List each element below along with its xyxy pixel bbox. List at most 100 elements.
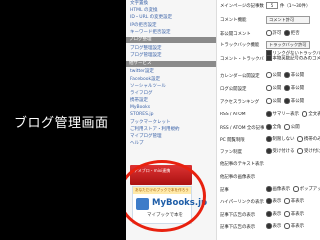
setting-control: コメント許可 — [266, 16, 310, 24]
setting-radio[interactable] — [284, 85, 290, 91]
setting-radio[interactable] — [293, 186, 299, 192]
article-count-input[interactable]: 5 — [266, 2, 278, 9]
setting-label: 他記事の画像表示 — [220, 175, 256, 180]
slide-title: ブログ管理画面 — [14, 116, 109, 131]
setting-radio[interactable] — [284, 30, 290, 36]
setting-label: RSS / ATOM — [220, 112, 246, 117]
setting-row: ログ公開設定 公開 非公開 — [218, 84, 320, 96]
sidebar-item[interactable]: ご利用ストア・利用規約 — [126, 126, 216, 133]
setting-label: PC 閲覧制限 — [220, 138, 245, 143]
setting-radio[interactable] — [284, 211, 290, 217]
setting-radio-label: 全文表示 — [308, 112, 320, 118]
sidebar-item[interactable]: マイブログ管理 — [126, 133, 216, 140]
setting-control: 表示 非表示 — [266, 198, 307, 204]
setting-row: トラックバック機能トラックバック許可リンクがないトラックバックを受け付けない — [218, 40, 320, 56]
sidebar-item[interactable]: twitter設定 — [126, 68, 216, 75]
setting-radio-label: 全角 — [272, 125, 282, 131]
sidebar-item[interactable]: HTML の変換 — [126, 7, 216, 14]
setting-label: ファン制度 — [220, 150, 242, 155]
setting-label: メインページの記事数 — [220, 4, 264, 9]
sidebar-item[interactable]: MyBooks — [126, 104, 216, 111]
setting-row: アクセスランキング 公開 非公開 — [218, 97, 320, 109]
setting-row: 他記事のテキスト表示 — [218, 159, 320, 171]
setting-control: サマリー表示 全文表示 — [266, 111, 320, 117]
setting-radio[interactable] — [266, 148, 272, 154]
setting-radio[interactable] — [266, 198, 272, 204]
setting-row: 記事下広告の表示 表示 非表示 — [218, 222, 320, 234]
setting-radio[interactable] — [284, 72, 290, 78]
setting-row: ファン制度 受け付ける 受け付けない — [218, 147, 320, 159]
setting-radio-label: 非表示 — [290, 224, 304, 230]
setting-radio[interactable] — [301, 111, 308, 117]
setting-control: 公開 非公開 — [266, 85, 307, 91]
setting-label: トラックバック機能 — [220, 43, 260, 48]
setting-row: RSS / ATOM サマリー表示 全文表示 — [218, 110, 320, 122]
setting-select[interactable]: トラックバック許可 — [266, 41, 310, 49]
sidebar-item[interactable]: Facebook設定 — [126, 76, 216, 83]
setting-row: 記事下広告の表示 表示 非表示 — [218, 210, 320, 222]
setting-control: 本物英数記号のみのコメント・トラックバック — [266, 55, 320, 61]
setting-radio[interactable] — [266, 136, 272, 142]
setting-control: 許可 拒否 — [266, 30, 303, 36]
sidebar-item[interactable]: キーワード拒否設定 — [126, 29, 216, 36]
sidebar-item[interactable]: ブログ管理設定 — [126, 52, 216, 59]
setting-row: コメント機能 コメント許可 — [218, 15, 320, 27]
setting-label: ログ公開設定 — [220, 87, 247, 92]
setting-radio-label: 表示 — [272, 224, 282, 230]
setting-radio[interactable] — [266, 211, 272, 217]
setting-radio[interactable] — [297, 148, 303, 154]
setting-radio-label: 制限しない — [272, 137, 295, 143]
setting-row: カレンダー公開設定 公開 非公開 — [218, 71, 320, 83]
setting-radio-label: 公開 — [290, 125, 300, 131]
setting-radio[interactable] — [284, 98, 290, 104]
setting-radio[interactable] — [297, 136, 303, 142]
setting-radio[interactable] — [284, 223, 290, 229]
setting-radio-label: 公開 — [272, 73, 282, 79]
setting-checkbox[interactable] — [266, 55, 272, 61]
setting-radio[interactable] — [266, 186, 272, 192]
setting-radio[interactable] — [284, 124, 290, 130]
sidebar-item[interactable]: ID・URL の変更設定 — [126, 14, 216, 21]
setting-radio[interactable] — [266, 111, 272, 117]
admin-screenshot: 文字置換 HTML の変換 ID・URL の変更設定 IPの拒否設定 キーワード拒否設定… — [126, 0, 320, 240]
setting-label: カレンダー公開設定 — [220, 74, 260, 79]
sidebar-item[interactable]: 携帯設定 — [126, 97, 216, 104]
sidebar-item[interactable]: ヘルプ — [126, 140, 216, 147]
setting-control: 制限しない 携帯のみの閲覧 — [266, 136, 320, 142]
sidebar-item[interactable]: IPの拒否設定 — [126, 22, 216, 29]
setting-radio[interactable] — [266, 223, 272, 229]
setting-control: 公開 非公開 — [266, 98, 307, 104]
setting-label: コメント機能 — [220, 18, 247, 23]
sidebar-item[interactable]: ライフログ — [126, 90, 216, 97]
sidebar-item[interactable]: ソーシャルツール — [126, 83, 216, 90]
setting-control: 表示 非表示 — [266, 211, 307, 217]
setting-row: ハイパーリンクの表示 表示 非表示 — [218, 197, 320, 209]
setting-row: メインページの記事数 5 件（1〜30件） — [218, 1, 320, 13]
setting-control: 5 件（1〜30件） — [266, 2, 310, 9]
setting-radio[interactable] — [266, 72, 272, 78]
setting-row: RSS / ATOM 全の記事 全角 公開 — [218, 123, 320, 135]
setting-label: 記事 — [220, 188, 229, 193]
sidebar-item[interactable]: ブログ整理設定 — [126, 45, 216, 52]
setting-radio[interactable] — [284, 198, 290, 204]
sidebar-item[interactable]: STORES.jp — [126, 111, 216, 118]
setting-radio-label: 受け付ける — [272, 149, 295, 155]
setting-radio[interactable] — [266, 85, 272, 91]
setting-row: 他記事の画像表示 — [218, 172, 320, 184]
setting-radio-label: 携帯のみの閲覧 — [303, 137, 320, 143]
setting-row: PC 閲覧制限 制限しない 携帯のみの閲覧 — [218, 135, 320, 147]
setting-radio-label: 非表示 — [290, 199, 304, 205]
setting-label: RSS / ATOM 全の記事 — [220, 126, 264, 131]
setting-select[interactable]: コメント許可 — [266, 16, 310, 24]
setting-label: アクセスランキング — [220, 100, 260, 105]
setting-radio[interactable] — [266, 30, 272, 36]
setting-control: 画像表示 ポップアップ — [266, 186, 320, 192]
sidebar-item[interactable]: 文字置換 — [126, 0, 216, 7]
sidebar-section-head: ブログ整理 — [126, 37, 216, 44]
setting-radio-label: 非公開 — [290, 73, 304, 79]
setting-note-text: 本物英数記号のみのコメント・トラックバック — [272, 56, 320, 62]
sidebar-item[interactable]: ブックマークレット — [126, 119, 216, 126]
setting-radio-label: 受け付けない — [303, 149, 320, 155]
setting-radio[interactable] — [266, 124, 272, 130]
setting-radio[interactable] — [266, 98, 272, 104]
